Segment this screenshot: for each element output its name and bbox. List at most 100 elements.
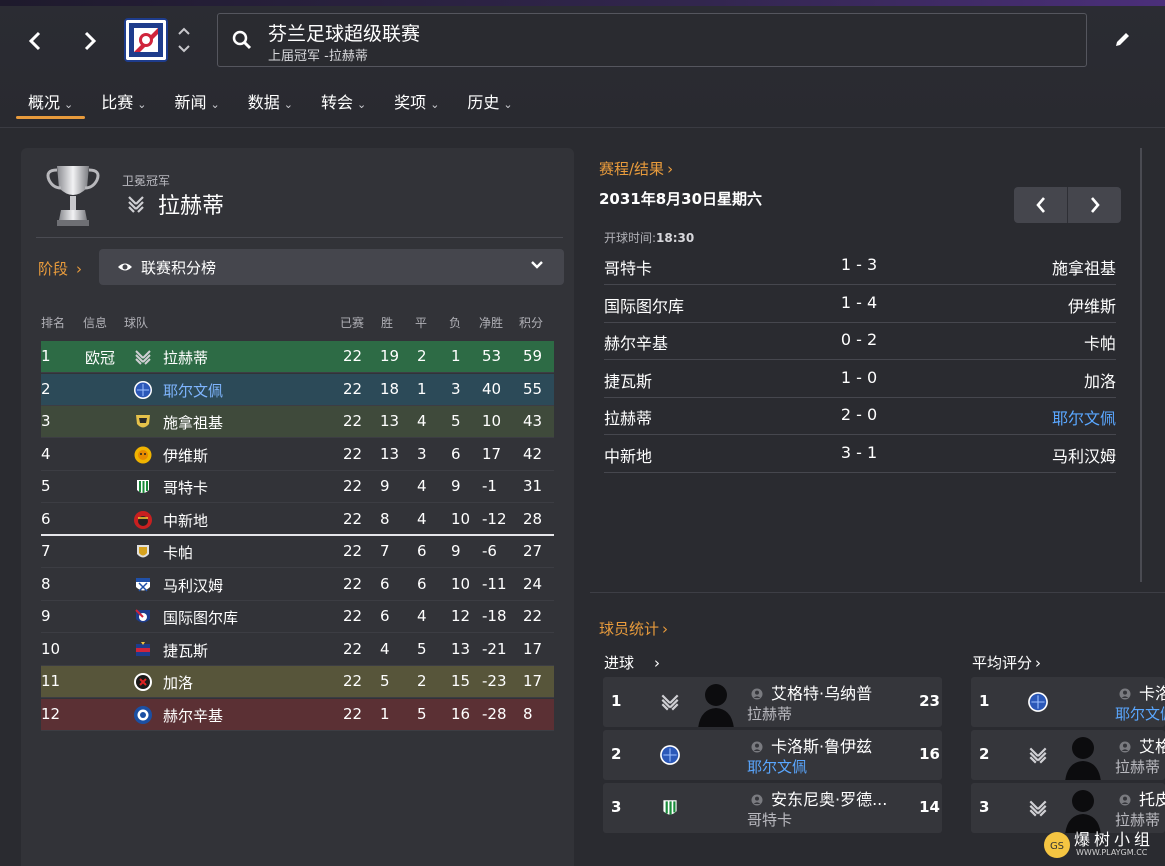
scrollbar[interactable] — [1140, 148, 1142, 582]
goal-diff-cell: -18 — [482, 607, 507, 625]
match-score[interactable]: 0 - 2 — [809, 330, 909, 349]
team-name[interactable]: 赫尔辛基 — [163, 705, 223, 726]
player-stat-card[interactable]: 2 卡洛斯·鲁伊兹 耶尔文佩 16 — [603, 730, 942, 780]
team-name[interactable]: 捷瓦斯 — [163, 640, 208, 661]
team-name[interactable]: 伊维斯 — [163, 445, 208, 466]
goals-header-link[interactable]: 进球 › — [604, 652, 660, 673]
col-goal-diff[interactable]: 净胜 — [479, 314, 503, 331]
player-name[interactable]: 安东尼奥·罗德... — [771, 786, 887, 810]
col-rank[interactable]: 排名 — [41, 314, 65, 331]
rating-header-link[interactable]: 平均评分 › — [972, 652, 1041, 673]
col-team[interactable]: 球队 — [124, 314, 148, 331]
standings-row[interactable]: 3 施拿祖基 22 13 4 5 10 43 — [41, 406, 554, 438]
tab-news[interactable]: 新闻 ⌄ — [162, 85, 231, 119]
team-name[interactable]: 耶尔文佩 — [163, 380, 223, 401]
player-rank: 3 — [979, 798, 990, 816]
match-score[interactable]: 1 - 4 — [809, 293, 909, 312]
player-name[interactable]: 艾格特·乌纳普 — [771, 680, 872, 704]
player-stats-link[interactable]: 球员统计 › — [599, 618, 668, 639]
player-stat-card[interactable]: 2 艾格 拉赫蒂 — [971, 730, 1165, 780]
league-switcher[interactable] — [176, 22, 192, 58]
home-team[interactable]: 赫尔辛基 — [604, 330, 668, 354]
player-club[interactable]: 拉赫蒂 — [747, 703, 792, 724]
holder-team-link[interactable]: 拉赫蒂 — [158, 188, 224, 220]
standings-row[interactable]: 9 国际图尔库 22 6 4 12 -18 22 — [41, 601, 554, 633]
team-name[interactable]: 中新地 — [163, 510, 208, 531]
rank-cell: 3 — [41, 412, 51, 430]
standings-row[interactable]: 2 耶尔文佩 22 18 1 3 40 55 — [41, 373, 554, 406]
next-date-button[interactable] — [1068, 187, 1121, 223]
tab-history[interactable]: 历史 ⌄ — [455, 85, 524, 119]
player-name[interactable]: 卡洛斯·鲁伊兹 — [771, 733, 872, 757]
standings-row[interactable]: 8 马利汉姆 22 6 6 10 -11 24 — [41, 569, 554, 601]
match-row[interactable]: 赫尔辛基 0 - 2 卡帕 — [604, 323, 1116, 360]
team-name[interactable]: 拉赫蒂 — [163, 347, 208, 368]
player-club[interactable]: 耶尔文佩 — [747, 756, 807, 777]
match-row[interactable]: 中新地 3 - 1 马利汉姆 — [604, 436, 1116, 473]
pencil-icon[interactable] — [1113, 29, 1133, 49]
match-score[interactable]: 1 - 3 — [809, 255, 909, 274]
match-row[interactable]: 哥特卡 1 - 3 施拿祖基 — [604, 248, 1116, 285]
col-info[interactable]: 信息 — [83, 314, 107, 331]
player-name[interactable]: 托皮 — [1139, 786, 1165, 810]
stage-dropdown[interactable]: 联赛积分榜 — [99, 249, 564, 285]
standings-row[interactable]: 4 伊维斯 22 13 3 6 17 42 — [41, 439, 554, 471]
player-club[interactable]: 拉赫蒂 — [1115, 756, 1160, 777]
player-club[interactable]: 耶尔文佩 — [1115, 703, 1165, 724]
home-team[interactable]: 捷瓦斯 — [604, 368, 652, 392]
team-name[interactable]: 国际图尔库 — [163, 607, 238, 628]
home-team[interactable]: 拉赫蒂 — [604, 405, 652, 429]
home-team[interactable]: 哥特卡 — [604, 255, 652, 279]
away-team[interactable]: 伊维斯 — [1068, 293, 1116, 317]
team-name[interactable]: 施拿祖基 — [163, 412, 223, 433]
player-club[interactable]: 哥特卡 — [747, 809, 792, 830]
stage-link[interactable]: 阶段 › — [38, 258, 82, 279]
away-team[interactable]: 加洛 — [1084, 368, 1116, 392]
team-name[interactable]: 马利汉姆 — [163, 575, 223, 596]
eye-icon — [118, 263, 132, 271]
tab-overview[interactable]: 概况 ⌄ — [16, 85, 86, 119]
tab-matches[interactable]: 比赛 ⌄ — [89, 85, 158, 119]
tab-stats[interactable]: 数据 ⌄ — [236, 85, 305, 119]
away-team[interactable]: 马利汉姆 — [1052, 443, 1116, 467]
standings-row[interactable]: 10 捷瓦斯 22 4 5 13 -21 17 — [41, 634, 554, 666]
away-team[interactable]: 卡帕 — [1084, 330, 1116, 354]
prev-date-button[interactable] — [1014, 187, 1067, 223]
standings-row[interactable]: 12 赫尔辛基 22 1 5 16 -28 8 — [41, 698, 554, 731]
match-row[interactable]: 拉赫蒂 2 - 0 耶尔文佩 — [604, 398, 1116, 435]
home-team[interactable]: 中新地 — [604, 443, 652, 467]
forward-button[interactable] — [75, 26, 105, 56]
search-box[interactable]: 芬兰足球超级联赛 上届冠军 -拉赫蒂 — [217, 13, 1087, 67]
match-row[interactable]: 国际图尔库 1 - 4 伊维斯 — [604, 286, 1116, 323]
standings-row[interactable]: 6 中新地 22 8 4 10 -12 28 — [41, 504, 554, 536]
team-name[interactable]: 卡帕 — [163, 542, 193, 563]
player-stat-card[interactable]: 1 艾格特·乌纳普 拉赫蒂 23 — [603, 677, 942, 727]
standings-row[interactable]: 11 加洛 22 5 2 15 -23 17 — [41, 666, 554, 698]
col-points[interactable]: 积分 — [519, 314, 543, 331]
fixtures-link[interactable]: 赛程/结果 › — [599, 158, 673, 179]
match-score[interactable]: 3 - 1 — [809, 443, 909, 462]
player-stat-card[interactable]: 3 安东尼奥·罗德... 哥特卡 14 — [603, 783, 942, 833]
match-row[interactable]: 捷瓦斯 1 - 0 加洛 — [604, 361, 1116, 398]
league-logo[interactable] — [124, 18, 168, 62]
col-drawn[interactable]: 平 — [415, 314, 427, 331]
match-score[interactable]: 2 - 0 — [809, 405, 909, 424]
back-button[interactable] — [20, 26, 50, 56]
standings-row[interactable]: 7 卡帕 22 7 6 9 -6 27 — [41, 536, 554, 568]
match-score[interactable]: 1 - 0 — [809, 368, 909, 387]
away-team[interactable]: 施拿祖基 — [1052, 255, 1116, 279]
col-played[interactable]: 已赛 — [340, 314, 364, 331]
home-team[interactable]: 国际图尔库 — [604, 293, 684, 317]
player-stat-card[interactable]: 1 卡洛耶尔文佩 — [971, 677, 1165, 727]
away-team[interactable]: 耶尔文佩 — [1052, 405, 1116, 429]
team-name[interactable]: 哥特卡 — [163, 477, 208, 498]
standings-row[interactable]: 1 欧冠 拉赫蒂 22 19 2 1 53 59 — [41, 341, 554, 373]
team-name[interactable]: 加洛 — [163, 672, 193, 693]
player-name[interactable]: 卡洛 — [1139, 680, 1165, 704]
standings-row[interactable]: 5 哥特卡 22 9 4 9 -1 31 — [41, 471, 554, 503]
col-won[interactable]: 胜 — [381, 314, 393, 331]
tab-awards[interactable]: 奖项 ⌄ — [382, 85, 451, 119]
player-name[interactable]: 艾格 — [1139, 733, 1165, 757]
tab-transfers[interactable]: 转会 ⌄ — [309, 85, 378, 119]
col-lost[interactable]: 负 — [449, 314, 461, 331]
